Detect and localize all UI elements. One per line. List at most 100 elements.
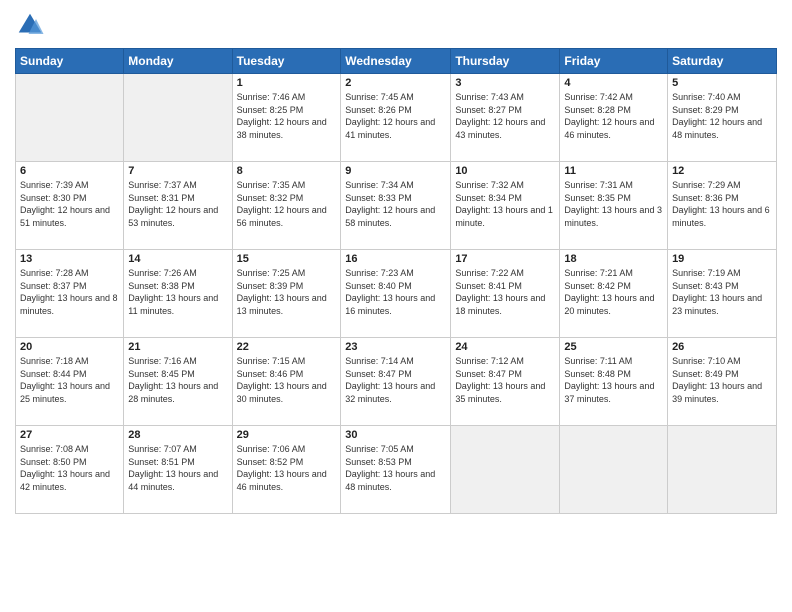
day-number: 22 (237, 341, 337, 353)
page: SundayMondayTuesdayWednesdayThursdayFrid… (0, 0, 792, 612)
day-info: Sunrise: 7:15 AM Sunset: 8:46 PM Dayligh… (237, 355, 337, 405)
day-number: 3 (455, 77, 555, 89)
day-info: Sunrise: 7:23 AM Sunset: 8:40 PM Dayligh… (345, 267, 446, 317)
calendar-cell: 24 Sunrise: 7:12 AM Sunset: 8:47 PM Dayli… (451, 338, 560, 426)
calendar-cell: 7 Sunrise: 7:37 AM Sunset: 8:31 PM Daylig… (124, 162, 232, 250)
calendar-cell (451, 426, 560, 514)
calendar-cell: 21 Sunrise: 7:16 AM Sunset: 8:45 PM Dayli… (124, 338, 232, 426)
day-number: 29 (237, 429, 337, 441)
calendar-cell: 19 Sunrise: 7:19 AM Sunset: 8:43 PM Dayli… (668, 250, 777, 338)
calendar-cell: 23Sunrise: 7:14 AM Sunset: 8:47 PM Dayli… (341, 338, 451, 426)
day-info: Sunrise: 7:34 AM Sunset: 8:33 PM Dayligh… (345, 179, 446, 229)
day-info: Sunrise: 7:16 AM Sunset: 8:45 PM Dayligh… (128, 355, 227, 405)
day-number: 19 (672, 253, 772, 265)
calendar-cell: 3 Sunrise: 7:43 AM Sunset: 8:27 PM Daylig… (451, 74, 560, 162)
calendar-cell: 9Sunrise: 7:34 AM Sunset: 8:33 PM Daylig… (341, 162, 451, 250)
calendar-cell: 5 Sunrise: 7:40 AM Sunset: 8:29 PM Daylig… (668, 74, 777, 162)
calendar-cell (560, 426, 668, 514)
day-info: Sunrise: 7:21 AM Sunset: 8:42 PM Dayligh… (564, 267, 663, 317)
logo-icon (15, 10, 45, 40)
day-number: 18 (564, 253, 663, 265)
day-info: Sunrise: 7:12 AM Sunset: 8:47 PM Dayligh… (455, 355, 555, 405)
day-info: Sunrise: 7:26 AM Sunset: 8:38 PM Dayligh… (128, 267, 227, 317)
calendar-header-row: SundayMondayTuesdayWednesdayThursdayFrid… (16, 49, 777, 74)
calendar-day-header: Wednesday (341, 49, 451, 74)
calendar-day-header: Monday (124, 49, 232, 74)
calendar-cell (124, 74, 232, 162)
calendar-cell: 15 Sunrise: 7:25 AM Sunset: 8:39 PM Dayli… (232, 250, 341, 338)
day-number: 20 (20, 341, 119, 353)
calendar-week-row: 6Sunrise: 7:39 AM Sunset: 8:30 PM Daylig… (16, 162, 777, 250)
day-info: Sunrise: 7:11 AM Sunset: 8:48 PM Dayligh… (564, 355, 663, 405)
day-info: Sunrise: 7:43 AM Sunset: 8:27 PM Dayligh… (455, 91, 555, 141)
calendar-week-row: 20 Sunrise: 7:18 AM Sunset: 8:44 PM Dayli… (16, 338, 777, 426)
calendar-cell: 20 Sunrise: 7:18 AM Sunset: 8:44 PM Dayli… (16, 338, 124, 426)
calendar-cell: 27Sunrise: 7:08 AM Sunset: 8:50 PM Dayli… (16, 426, 124, 514)
calendar-day-header: Sunday (16, 49, 124, 74)
calendar-cell: 28Sunrise: 7:07 AM Sunset: 8:51 PM Dayli… (124, 426, 232, 514)
calendar-cell: 8 Sunrise: 7:35 AM Sunset: 8:32 PM Daylig… (232, 162, 341, 250)
calendar-cell: 13 Sunrise: 7:28 AM Sunset: 8:37 PM Dayli… (16, 250, 124, 338)
calendar-cell (16, 74, 124, 162)
day-info: Sunrise: 7:28 AM Sunset: 8:37 PM Dayligh… (20, 267, 119, 317)
day-info: Sunrise: 7:37 AM Sunset: 8:31 PM Dayligh… (128, 179, 227, 229)
calendar-cell (668, 426, 777, 514)
day-number: 30 (345, 429, 446, 441)
day-number: 4 (564, 77, 663, 89)
calendar-cell: 2 Sunrise: 7:45 AM Sunset: 8:26 PM Daylig… (341, 74, 451, 162)
day-number: 13 (20, 253, 119, 265)
day-number: 14 (128, 253, 227, 265)
day-number: 25 (564, 341, 663, 353)
day-info: Sunrise: 7:40 AM Sunset: 8:29 PM Dayligh… (672, 91, 772, 141)
day-number: 27 (20, 429, 119, 441)
day-number: 1 (237, 77, 337, 89)
calendar-week-row: 13 Sunrise: 7:28 AM Sunset: 8:37 PM Dayli… (16, 250, 777, 338)
day-number: 5 (672, 77, 772, 89)
day-number: 8 (237, 165, 337, 177)
calendar-cell: 29Sunrise: 7:06 AM Sunset: 8:52 PM Dayli… (232, 426, 341, 514)
day-number: 24 (455, 341, 555, 353)
day-number: 12 (672, 165, 772, 177)
day-info: Sunrise: 7:10 AM Sunset: 8:49 PM Dayligh… (672, 355, 772, 405)
calendar-day-header: Friday (560, 49, 668, 74)
calendar-cell: 4 Sunrise: 7:42 AM Sunset: 8:28 PM Daylig… (560, 74, 668, 162)
day-info: Sunrise: 7:42 AM Sunset: 8:28 PM Dayligh… (564, 91, 663, 141)
calendar-cell: 6Sunrise: 7:39 AM Sunset: 8:30 PM Daylig… (16, 162, 124, 250)
day-info: Sunrise: 7:46 AM Sunset: 8:25 PM Dayligh… (237, 91, 337, 141)
day-number: 11 (564, 165, 663, 177)
day-info: Sunrise: 7:18 AM Sunset: 8:44 PM Dayligh… (20, 355, 119, 405)
calendar-cell: 17 Sunrise: 7:22 AM Sunset: 8:41 PM Dayli… (451, 250, 560, 338)
calendar-day-header: Thursday (451, 49, 560, 74)
day-number: 21 (128, 341, 227, 353)
day-info: Sunrise: 7:29 AM Sunset: 8:36 PM Dayligh… (672, 179, 772, 229)
day-info: Sunrise: 7:32 AM Sunset: 8:34 PM Dayligh… (455, 179, 555, 229)
day-number: 17 (455, 253, 555, 265)
day-number: 10 (455, 165, 555, 177)
day-info: Sunrise: 7:05 AM Sunset: 8:53 PM Dayligh… (345, 443, 446, 493)
day-number: 6 (20, 165, 119, 177)
day-number: 7 (128, 165, 227, 177)
calendar-cell: 12 Sunrise: 7:29 AM Sunset: 8:36 PM Dayli… (668, 162, 777, 250)
day-info: Sunrise: 7:31 AM Sunset: 8:35 PM Dayligh… (564, 179, 663, 229)
logo (15, 10, 49, 40)
day-number: 26 (672, 341, 772, 353)
day-info: Sunrise: 7:45 AM Sunset: 8:26 PM Dayligh… (345, 91, 446, 141)
calendar-week-row: 1 Sunrise: 7:46 AM Sunset: 8:25 PM Daylig… (16, 74, 777, 162)
day-number: 28 (128, 429, 227, 441)
calendar-cell: 22 Sunrise: 7:15 AM Sunset: 8:46 PM Dayli… (232, 338, 341, 426)
day-number: 15 (237, 253, 337, 265)
day-info: Sunrise: 7:22 AM Sunset: 8:41 PM Dayligh… (455, 267, 555, 317)
header (15, 10, 777, 40)
calendar-cell: 25 Sunrise: 7:11 AM Sunset: 8:48 PM Dayli… (560, 338, 668, 426)
calendar: SundayMondayTuesdayWednesdayThursdayFrid… (15, 48, 777, 514)
day-number: 2 (345, 77, 446, 89)
calendar-cell: 16Sunrise: 7:23 AM Sunset: 8:40 PM Dayli… (341, 250, 451, 338)
calendar-week-row: 27Sunrise: 7:08 AM Sunset: 8:50 PM Dayli… (16, 426, 777, 514)
day-info: Sunrise: 7:25 AM Sunset: 8:39 PM Dayligh… (237, 267, 337, 317)
calendar-day-header: Saturday (668, 49, 777, 74)
calendar-cell: 26 Sunrise: 7:10 AM Sunset: 8:49 PM Dayli… (668, 338, 777, 426)
calendar-cell: 14 Sunrise: 7:26 AM Sunset: 8:38 PM Dayli… (124, 250, 232, 338)
day-info: Sunrise: 7:35 AM Sunset: 8:32 PM Dayligh… (237, 179, 337, 229)
day-info: Sunrise: 7:19 AM Sunset: 8:43 PM Dayligh… (672, 267, 772, 317)
calendar-cell: 18 Sunrise: 7:21 AM Sunset: 8:42 PM Dayli… (560, 250, 668, 338)
